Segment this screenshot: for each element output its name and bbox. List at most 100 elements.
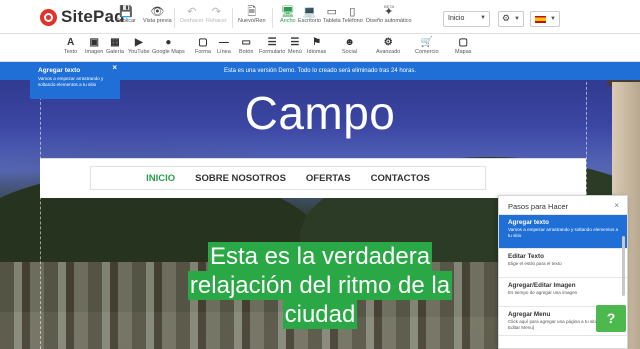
- tablet-label: Tableta: [323, 18, 341, 24]
- page-select-value: Inicio: [448, 15, 465, 22]
- image-icon: ▣: [89, 37, 99, 48]
- step-title: Agregar texto: [508, 219, 549, 226]
- chevron-down-icon: ▼: [550, 16, 556, 22]
- widget-label: Galería: [106, 49, 125, 55]
- phone-icon: ▯: [349, 6, 356, 18]
- tablet-button[interactable]: ▭ Tableta: [323, 6, 341, 24]
- line-icon: —: [218, 37, 229, 48]
- widget-label: Idiomas: [307, 49, 327, 55]
- sitepad-logo-icon: [40, 8, 57, 26]
- step-item[interactable]: Editar Texto Elige el estilo para el tex…: [499, 249, 627, 278]
- close-icon[interactable]: ×: [614, 201, 619, 210]
- nav-item-contactos[interactable]: CONTACTOS: [371, 173, 430, 184]
- help-button[interactable]: ?: [596, 305, 626, 332]
- widget-label: Botón: [239, 49, 254, 55]
- site-nav-menu[interactable]: INICIO SOBRE NOSOTROS OFERTAS CONTACTOS: [90, 166, 486, 190]
- menu-icon: ☰: [290, 37, 300, 48]
- phone-button[interactable]: ▯ Teléfono: [342, 6, 363, 24]
- users-icon: ☻: [344, 37, 355, 48]
- widget-menu[interactable]: ☰ Menú: [288, 37, 302, 55]
- nav-item-sobre-nosotros[interactable]: SOBRE NOSOTROS: [195, 173, 286, 184]
- youtube-icon: ▶: [134, 37, 143, 48]
- site-nav-section[interactable]: INICIO SOBRE NOSOTROS OFERTAS CONTACTOS: [40, 158, 586, 198]
- step-item[interactable]: Agregar/Editar Imagen Es tiempo de agreg…: [499, 278, 627, 307]
- page-select[interactable]: Inicio ▼: [443, 11, 490, 27]
- text-icon: A: [66, 37, 75, 48]
- step-title: Editar Texto: [508, 253, 544, 260]
- divider: [272, 8, 273, 28]
- undo-button[interactable]: ↶ Deshacer: [180, 6, 204, 24]
- step-description: Es tiempo de agregar una imagen: [508, 290, 578, 295]
- gallery-icon: ▦: [110, 37, 120, 48]
- auto-design-label: Diseño automático: [366, 18, 412, 24]
- widget-commerce[interactable]: 🛒 Comercio: [415, 37, 439, 55]
- step-item[interactable]: Agregar texto Vamos a empezar arrastrand…: [499, 215, 627, 249]
- shape-icon: ▢: [198, 37, 208, 48]
- tip-popover: Agregar texto Vamos a empezar arrastrand…: [30, 62, 120, 99]
- beta-badge: BETA: [384, 4, 395, 9]
- new-page-button[interactable]: 🗎 Nuevo/Ren: [238, 6, 266, 24]
- flag-icon: ⚑: [312, 37, 322, 48]
- widget-button[interactable]: ▭ Botón: [239, 37, 253, 55]
- publish-label: Publicar: [116, 18, 136, 24]
- widget-line[interactable]: — Línea: [217, 37, 231, 55]
- preview-button[interactable]: 👁 Vista previa: [143, 6, 172, 24]
- chevron-down-icon: ▼: [514, 16, 520, 22]
- widget-label: Mapas: [455, 49, 472, 55]
- widget-label: Google Maps: [152, 49, 185, 55]
- widget-label: Comercio: [415, 49, 439, 55]
- widget-youtube[interactable]: ▶ YouTube: [128, 37, 150, 55]
- language-dropdown[interactable]: ▼: [530, 11, 560, 27]
- divider: [174, 8, 175, 28]
- phone-label: Teléfono: [342, 18, 363, 24]
- spain-flag-icon: [535, 16, 546, 23]
- close-icon[interactable]: ×: [112, 63, 117, 72]
- form-icon: ☰: [267, 37, 277, 48]
- widget-label: Imagen: [85, 49, 104, 55]
- tip-description: Vamos a empezar arrastrando y soltando e…: [38, 76, 104, 87]
- publish-button[interactable]: 💾 Publicar: [116, 6, 136, 24]
- widget-image[interactable]: ▣ Imagen: [85, 37, 103, 55]
- tablet-icon: ▭: [326, 6, 338, 18]
- widget-label: Menú: [288, 49, 302, 55]
- widget-maps[interactable]: ▢ Mapas: [455, 37, 472, 55]
- top-toolbar: SitePad 💾 Publicar 👁 Vista previa ↶ Desh…: [0, 0, 640, 34]
- width-label: Ancho: [280, 18, 296, 24]
- page-icon: 🗎: [247, 6, 257, 18]
- hero-text-line: relajación del ritmo de la: [187, 271, 453, 300]
- redo-label: Rehacer: [206, 18, 227, 24]
- step-description: Elige el estilo para el texto: [508, 261, 562, 266]
- undo-icon: ↶: [187, 6, 197, 18]
- width-button[interactable]: 🖥 Ancho: [280, 6, 296, 24]
- divider: [232, 8, 233, 28]
- widget-gallery[interactable]: ▦ Galería: [106, 37, 124, 55]
- widget-google-maps[interactable]: ● Google Maps: [152, 37, 185, 55]
- preview-label: Vista previa: [143, 18, 172, 24]
- widget-label: YouTube: [128, 49, 150, 55]
- desktop-button[interactable]: 💻 Escritorio: [298, 6, 321, 24]
- sitepad-logo[interactable]: SitePad: [40, 7, 125, 27]
- widget-social[interactable]: ☻ Social: [342, 37, 357, 55]
- widget-text[interactable]: A Texto: [64, 37, 77, 55]
- cart-icon: 🛒: [420, 37, 433, 48]
- new-page-label: Nuevo/Ren: [238, 18, 266, 24]
- auto-design-button[interactable]: ✦ BETA Diseño automático: [366, 4, 412, 24]
- nav-item-ofertas[interactable]: OFERTAS: [306, 173, 351, 184]
- save-icon: 💾: [119, 6, 133, 18]
- steps-panel-title: Pasos para Hacer: [508, 202, 569, 211]
- widget-label: Línea: [217, 49, 231, 55]
- widget-form[interactable]: ☰ Formulario: [259, 37, 285, 55]
- widget-shape[interactable]: ▢ Forma: [195, 37, 211, 55]
- nav-item-inicio[interactable]: INICIO: [146, 173, 175, 184]
- settings-dropdown[interactable]: ⚙ ▼: [498, 11, 524, 27]
- step-title: Agregar/Editar Imagen: [508, 282, 576, 289]
- hero-text-line: ciudad: [282, 300, 358, 329]
- widget-advanced[interactable]: ⚙ Avanzado: [376, 37, 400, 55]
- widget-label: Formulario: [259, 49, 286, 55]
- steps-scrollbar[interactable]: [622, 236, 625, 296]
- tip-title: Agregar texto: [38, 67, 81, 74]
- step-description: Vamos a empezar arrastrando y soltando e…: [508, 227, 619, 238]
- redo-button[interactable]: ↷ Rehacer: [206, 6, 227, 24]
- widget-languages[interactable]: ⚑ Idiomas: [307, 37, 326, 55]
- redo-icon: ↷: [211, 6, 221, 18]
